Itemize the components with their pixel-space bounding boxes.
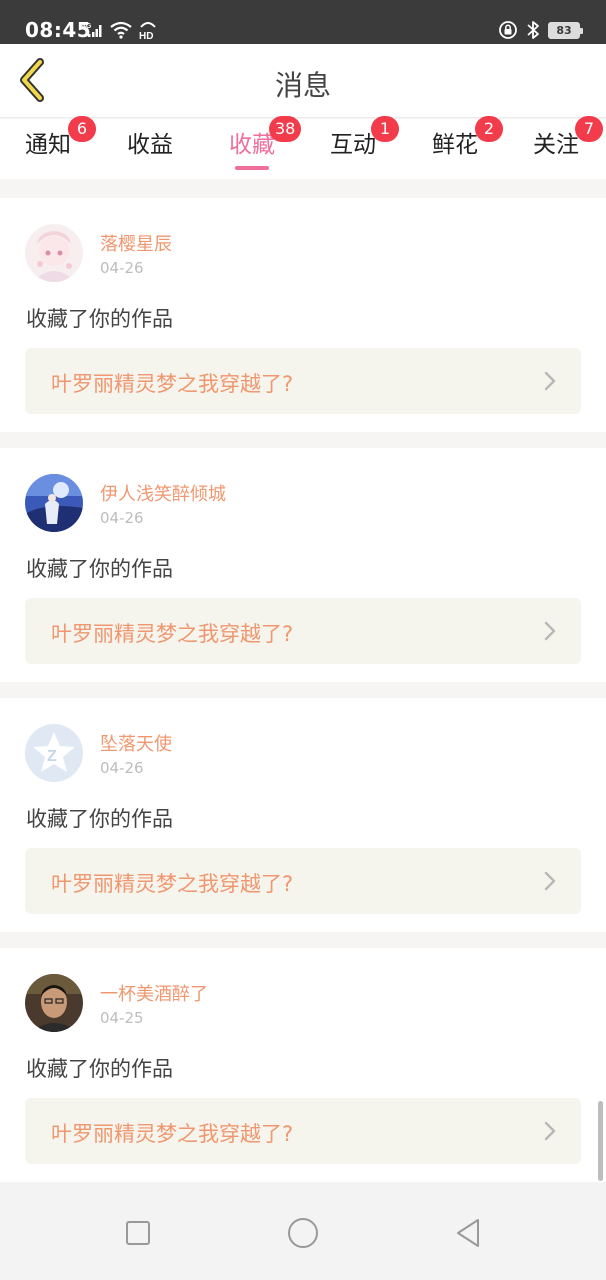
scrollbar[interactable] xyxy=(598,1101,603,1181)
lock-rotation-icon xyxy=(499,21,517,39)
chevron-right-icon xyxy=(544,371,556,391)
tab-interactions[interactable]: 互动 1 xyxy=(330,116,399,177)
app-header: 消息 xyxy=(0,44,606,118)
tab-notifications[interactable]: 通知 6 xyxy=(25,116,96,177)
recent-apps-icon xyxy=(126,1221,150,1245)
tab-earnings[interactable]: 收益 xyxy=(127,129,173,177)
active-tab-indicator xyxy=(235,166,269,170)
work-title: 叶罗丽精灵梦之我穿越了? xyxy=(51,372,294,396)
svg-text:4G: 4G xyxy=(82,23,92,30)
battery-icon: 83 xyxy=(548,21,583,39)
list-item: 落樱星辰 04-26 收藏了你的作品 叶罗丽精灵梦之我穿越了? xyxy=(0,198,606,432)
work-title: 叶罗丽精灵梦之我穿越了? xyxy=(51,1122,294,1146)
avatar[interactable] xyxy=(25,974,83,1032)
post-date: 04-26 xyxy=(100,259,144,277)
tab-flowers[interactable]: 鲜花 2 xyxy=(432,116,503,177)
work-link[interactable]: 叶罗丽精灵梦之我穿越了? xyxy=(25,348,581,414)
status-left-icons: 4G HD xyxy=(82,18,158,42)
tab-badge: 7 xyxy=(575,116,603,142)
back-icon xyxy=(457,1219,479,1247)
chevron-right-icon xyxy=(544,1121,556,1141)
avatar-image xyxy=(25,224,83,282)
tab-label: 收益 xyxy=(127,132,173,158)
user-name[interactable]: 伊人浅笑醉倾城 xyxy=(100,480,226,506)
post-date: 04-26 xyxy=(100,759,144,777)
work-title: 叶罗丽精灵梦之我穿越了? xyxy=(51,622,294,646)
action-text: 收藏了你的作品 xyxy=(26,807,173,831)
avatar-image xyxy=(25,474,83,532)
action-text: 收藏了你的作品 xyxy=(26,557,173,581)
avatar-image: Z xyxy=(25,724,83,782)
home-icon xyxy=(288,1218,318,1248)
post-date: 04-26 xyxy=(100,509,144,527)
list-item: 伊人浅笑醉倾城 04-26 收藏了你的作品 叶罗丽精灵梦之我穿越了? xyxy=(0,448,606,682)
work-link[interactable]: 叶罗丽精灵梦之我穿越了? xyxy=(25,1098,581,1164)
hd-icon: HD xyxy=(139,22,156,41)
user-name[interactable]: 坠落天使 xyxy=(100,730,172,756)
page-title: 消息 xyxy=(274,69,331,102)
svg-text:HD: HD xyxy=(139,31,153,41)
avatar[interactable] xyxy=(25,224,83,282)
signal-4g-icon: 4G xyxy=(82,23,102,37)
tab-follows[interactable]: 关注 7 xyxy=(533,116,603,177)
chevron-right-icon xyxy=(544,621,556,641)
user-name[interactable]: 一杯美酒醉了 xyxy=(100,980,208,1006)
post-date: 04-25 xyxy=(100,1009,144,1027)
user-name[interactable]: 落樱星辰 xyxy=(100,230,172,256)
tab-badge: 38 xyxy=(269,116,302,142)
tab-label: 收藏 xyxy=(229,132,275,158)
action-text: 收藏了你的作品 xyxy=(26,1057,173,1081)
status-right-icons: 83 xyxy=(498,18,583,42)
action-text: 收藏了你的作品 xyxy=(26,307,173,331)
tab-badge: 1 xyxy=(371,116,399,142)
bluetooth-icon xyxy=(527,21,539,39)
list-item: 一杯美酒醉了 04-25 收藏了你的作品 叶罗丽精灵梦之我穿越了? xyxy=(0,948,606,1182)
home-button[interactable] xyxy=(283,1213,323,1253)
svg-text:Z: Z xyxy=(47,748,57,765)
tab-label: 互动 xyxy=(330,132,376,158)
message-tabs: 通知 6 收益 收藏 38 互动 1 鲜花 2 关注 7 xyxy=(0,116,606,179)
work-link[interactable]: 叶罗丽精灵梦之我穿越了? xyxy=(25,848,581,914)
avatar[interactable] xyxy=(25,474,83,532)
back-nav-button[interactable] xyxy=(448,1213,488,1253)
favorites-feed: 落樱星辰 04-26 收藏了你的作品 叶罗丽精灵梦之我穿越了? 伊人浅笑醉倾城 … xyxy=(0,198,606,1198)
system-nav-bar xyxy=(0,1183,606,1280)
tab-badge: 6 xyxy=(68,116,96,142)
wifi-icon xyxy=(110,21,132,39)
tab-label: 通知 xyxy=(25,132,71,158)
tab-label: 鲜花 xyxy=(432,132,478,158)
tab-label: 关注 xyxy=(533,132,579,158)
chevron-right-icon xyxy=(544,871,556,891)
status-bar: 08:45 4G HD 83 xyxy=(0,0,606,44)
work-link[interactable]: 叶罗丽精灵梦之我穿越了? xyxy=(25,598,581,664)
battery-level: 83 xyxy=(550,23,578,37)
avatar[interactable]: Z xyxy=(25,724,83,782)
tab-badge: 2 xyxy=(475,116,503,142)
work-title: 叶罗丽精灵梦之我穿越了? xyxy=(51,872,294,896)
avatar-image xyxy=(25,974,83,1032)
recent-apps-button[interactable] xyxy=(118,1213,158,1253)
tab-favorites[interactable]: 收藏 38 xyxy=(229,116,302,177)
list-item: Z 坠落天使 04-26 收藏了你的作品 叶罗丽精灵梦之我穿越了? xyxy=(0,698,606,932)
